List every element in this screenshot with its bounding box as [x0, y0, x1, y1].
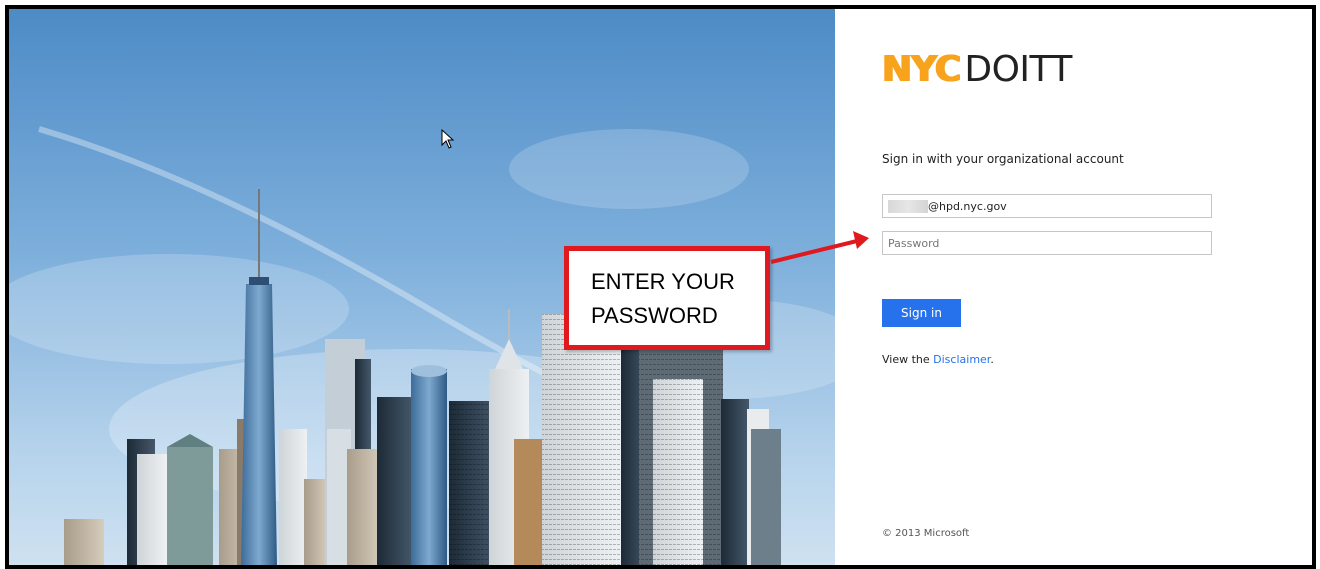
- signin-panel: NYC DOITT Sign in with your organization…: [835, 9, 1312, 565]
- password-callout-box: ENTER YOUR PASSWORD: [564, 246, 770, 350]
- disclaimer-text: View the Disclaimer.: [882, 353, 994, 366]
- callout-line-1: ENTER YOUR: [591, 269, 735, 294]
- password-field[interactable]: Password: [882, 231, 1212, 255]
- redacted-username: [888, 199, 928, 213]
- username-field[interactable]: @hpd.nyc.gov: [882, 194, 1212, 218]
- disclaimer-prefix: View the: [882, 353, 934, 366]
- copyright-text: © 2013 Microsoft: [882, 528, 970, 539]
- nyc-doitt-logo: NYC DOITT: [882, 47, 1072, 91]
- screenshot-frame: NYC DOITT Sign in with your organization…: [5, 5, 1316, 569]
- logo-brand: NYC: [882, 48, 961, 90]
- disclaimer-link[interactable]: Disclaimer: [933, 353, 990, 366]
- sign-in-button[interactable]: Sign in: [882, 299, 961, 327]
- password-placeholder: Password: [888, 236, 940, 250]
- username-value: @hpd.nyc.gov: [928, 199, 1007, 213]
- disclaimer-suffix: .: [990, 353, 994, 366]
- signin-heading: Sign in with your organizational account: [882, 152, 1124, 166]
- logo-name: DOITT: [964, 48, 1072, 90]
- callout-line-2: PASSWORD: [591, 303, 718, 329]
- mouse-pointer-icon: [441, 129, 455, 149]
